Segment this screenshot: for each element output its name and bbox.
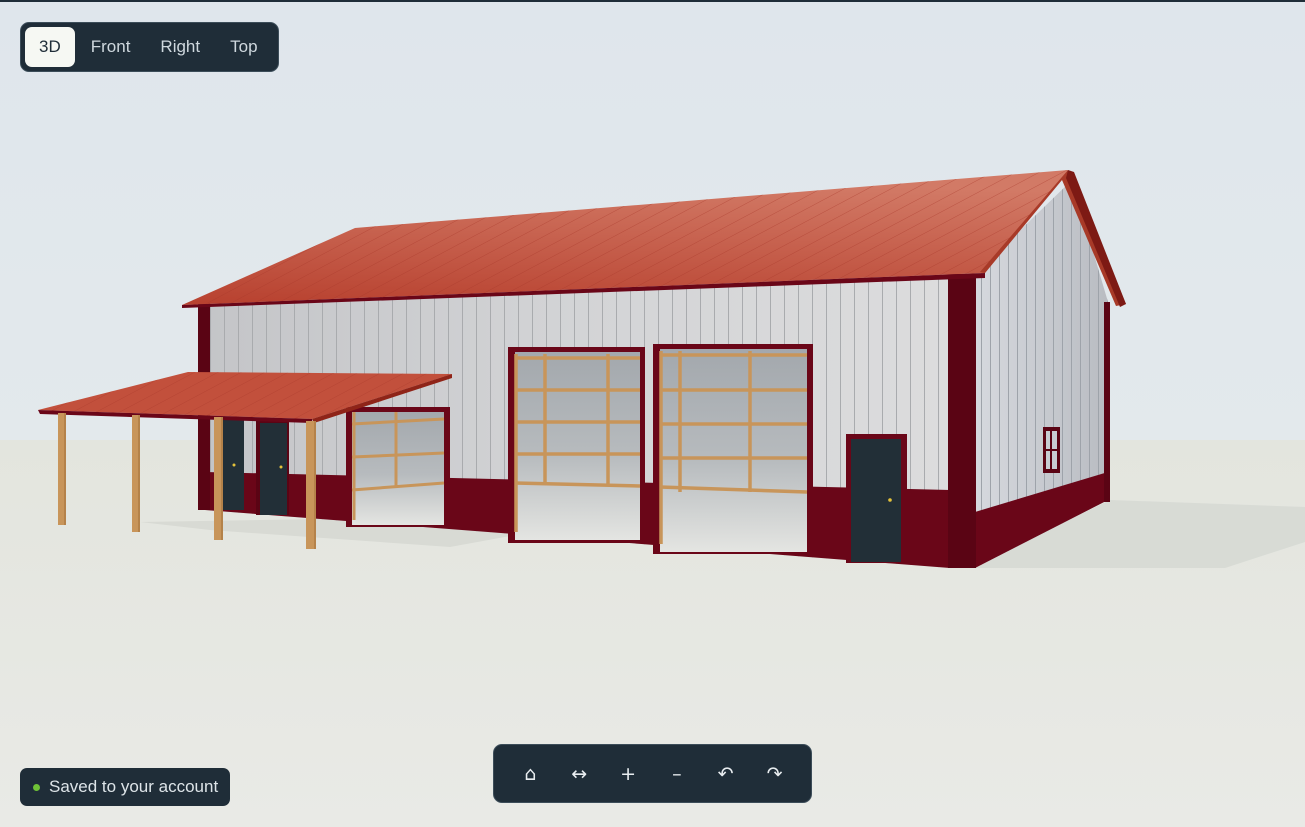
zoom-out-icon[interactable]: –: [657, 754, 697, 794]
view-mode-tabs: 3D Front Right Top: [20, 22, 279, 72]
camera-toolbar: ⌂ ↔ + – ↶ ↷: [493, 744, 812, 803]
tab-3d[interactable]: 3D: [25, 27, 75, 67]
zoom-in-icon[interactable]: +: [608, 754, 648, 794]
home-icon[interactable]: ⌂: [510, 754, 550, 794]
right-corner-trim: [1104, 302, 1110, 502]
save-status-badge: Saved to your account: [20, 768, 231, 806]
building-render: [0, 2, 1305, 827]
tab-top[interactable]: Top: [216, 27, 271, 67]
3d-viewport[interactable]: [0, 2, 1305, 827]
status-dot-icon: [33, 783, 40, 791]
redo-icon[interactable]: ↷: [755, 754, 795, 794]
tab-right[interactable]: Right: [146, 27, 214, 67]
pan-horizontal-icon[interactable]: ↔: [559, 754, 599, 794]
undo-icon[interactable]: ↶: [706, 754, 746, 794]
corner-trim: [948, 274, 976, 568]
tab-front[interactable]: Front: [77, 27, 145, 67]
save-status-text: Saved to your account: [49, 777, 219, 796]
